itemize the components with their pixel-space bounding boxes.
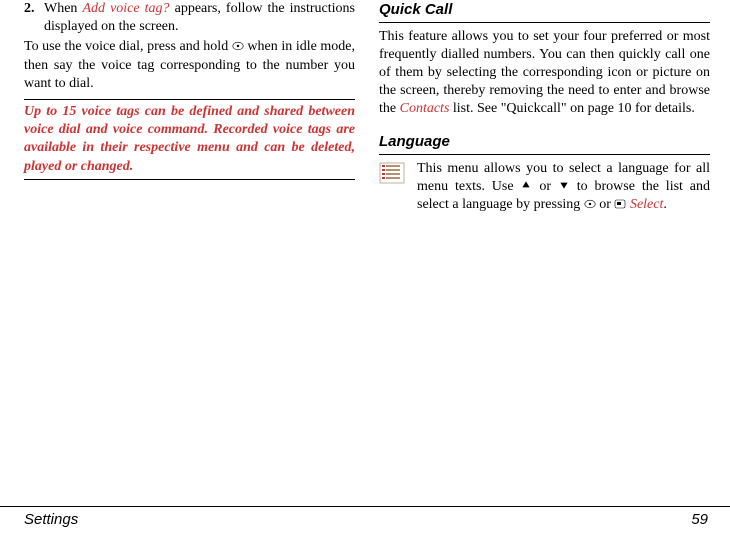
note-rule-bottom — [24, 179, 355, 180]
ok-button-icon — [584, 197, 596, 207]
language-end: . — [663, 197, 667, 212]
language-or2: or — [599, 197, 614, 212]
language-text: This menu allows you to select a languag… — [417, 160, 710, 215]
page-footer: Settings 59 — [0, 506, 730, 528]
voice-dial-instruction: To use the voice dial, press and hold wh… — [24, 38, 355, 93]
step-text-a: When — [44, 1, 82, 16]
language-underline — [379, 154, 710, 155]
softkey-icon — [614, 197, 626, 207]
note-block: Up to 15 voice tags can be defined and s… — [24, 103, 355, 176]
step-number: 2. — [24, 0, 44, 36]
language-heading: Language — [379, 132, 710, 152]
language-row: This menu allows you to select a languag… — [379, 160, 710, 215]
quickcall-b: list. See "Quickcall" on page 10 for det… — [449, 101, 694, 116]
up-arrow-icon — [520, 179, 532, 189]
quickcall-heading: Quick Call — [379, 0, 710, 20]
step-text-highlight: Add voice tag? — [82, 1, 169, 16]
para2-a: To use the voice dial, press and hold — [24, 39, 232, 54]
language-menu-icon — [379, 162, 407, 186]
footer-page-number: 59 — [691, 511, 708, 528]
quickcall-para: This feature allows you to set your four… — [379, 28, 710, 119]
right-column: Quick Call This feature allows you to se… — [379, 0, 710, 488]
language-or1: or — [539, 179, 558, 194]
step-2: 2. When Add voice tag? appears, follow t… — [24, 0, 355, 36]
ok-button-icon — [232, 39, 244, 49]
down-arrow-icon — [558, 179, 570, 189]
language-select-highlight: Select — [630, 197, 663, 212]
quickcall-highlight: Contacts — [400, 101, 450, 116]
quickcall-underline — [379, 22, 710, 23]
footer-section-name: Settings — [24, 511, 78, 528]
step-body: When Add voice tag? appears, follow the … — [44, 0, 355, 36]
left-column: 2. When Add voice tag? appears, follow t… — [24, 0, 355, 488]
note-rule-top — [24, 99, 355, 100]
